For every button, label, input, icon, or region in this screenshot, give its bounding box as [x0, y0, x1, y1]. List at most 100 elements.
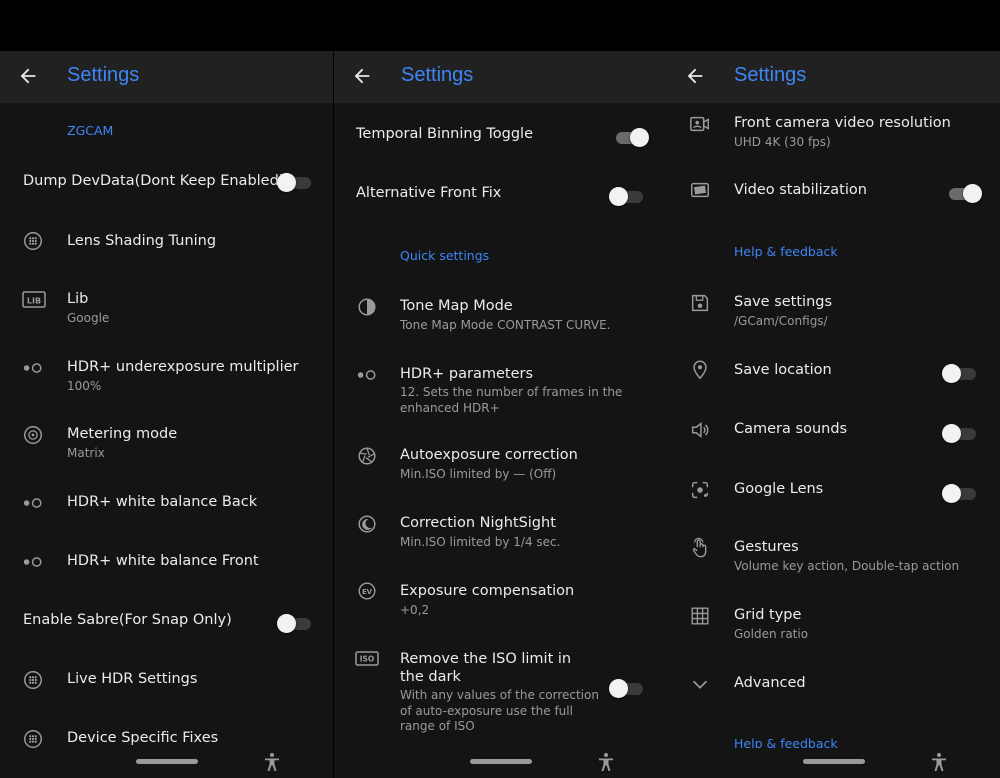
setting-title: Video stabilization — [734, 182, 867, 198]
home-gesture-pill[interactable] — [136, 759, 198, 764]
setting-exposure-compensation[interactable]: EV Exposure compensation +0,2 — [334, 577, 667, 627]
setting-gestures[interactable]: Gestures Volume key action, Double-tap a… — [667, 533, 1000, 583]
setting-save-settings[interactable]: Save settings /GCam/Configs/ — [667, 288, 1000, 338]
accessibility-icon[interactable] — [597, 752, 615, 772]
setting-hdr-underexposure[interactable]: HDR+ underexposure multiplier 100% — [0, 351, 333, 401]
contrast-icon — [358, 298, 376, 316]
save-icon — [691, 294, 709, 312]
setting-title: Front camera video resolution — [734, 115, 951, 131]
page-title: Settings — [734, 64, 807, 86]
dual-dot-icon — [357, 370, 376, 380]
google-lens-icon — [691, 481, 709, 499]
setting-title: Temporal Binning Toggle — [356, 126, 534, 142]
setting-enable-sabre[interactable]: Enable Sabre(For Snap Only) — [0, 604, 333, 644]
setting-google-lens[interactable]: Google Lens — [667, 475, 1000, 515]
setting-title: Alternative Front Fix — [356, 185, 502, 201]
setting-lens-shading[interactable]: Lens Shading Tuning — [0, 223, 333, 263]
setting-title: Device Specific Fixes — [67, 730, 219, 746]
dual-dot-icon — [23, 363, 42, 373]
setting-front-video-resolution[interactable]: Front camera video resolution UHD 4K (30… — [667, 109, 1000, 159]
setting-summary: Golden ratio — [734, 627, 809, 641]
moon-icon — [358, 515, 376, 533]
chevron-down-icon — [692, 680, 708, 689]
setting-correction-nightsight[interactable]: Correction NightSight Min.ISO limited by… — [334, 509, 667, 559]
page-title: Settings — [401, 64, 474, 86]
iso-badge-icon: ISO — [355, 651, 379, 666]
category-header-quick-settings: Quick settings — [400, 248, 490, 263]
setting-title: Autoexposure correction — [400, 447, 578, 463]
stabilization-icon — [691, 182, 709, 198]
alternative-front-fix-switch[interactable] — [609, 187, 643, 206]
ev-badge-text: EV — [362, 588, 373, 596]
grid-dots-icon — [24, 232, 42, 250]
setting-live-hdr[interactable]: Live HDR Settings — [0, 663, 333, 703]
setting-title: Google Lens — [734, 481, 824, 497]
dump-devdata-switch[interactable] — [277, 173, 311, 192]
page-title: Settings — [67, 64, 140, 86]
setting-advanced[interactable]: Advanced — [667, 669, 1000, 703]
system-nav-bar — [334, 748, 667, 778]
setting-tone-map-mode[interactable]: Tone Map Mode Tone Map Mode CONTRAST CUR… — [334, 291, 667, 341]
setting-title: Correction NightSight — [400, 515, 556, 531]
home-gesture-pill[interactable] — [470, 759, 532, 764]
setting-metering-mode[interactable]: Metering mode Matrix — [0, 418, 333, 468]
ev-badge-icon: EV — [358, 582, 376, 600]
setting-title: Camera sounds — [734, 421, 848, 437]
setting-dump-devdata[interactable]: Dump DevData(Dont Keep Enabled) — [0, 163, 333, 203]
metering-icon — [24, 426, 42, 444]
temporal-binning-switch[interactable] — [616, 128, 649, 147]
dual-dot-icon — [23, 498, 42, 508]
setting-summary: Min.ISO limited by — (Off) — [400, 467, 557, 481]
setting-title: Lens Shading Tuning — [67, 233, 217, 249]
setting-title: Enable Sabre(For Snap Only) — [23, 612, 232, 628]
setting-title: Advanced — [734, 675, 806, 691]
category-header-zgcam: ZGCAM — [67, 123, 114, 138]
remove-iso-limit-switch[interactable] — [609, 679, 643, 698]
setting-summary: UHD 4K (30 fps) — [734, 135, 831, 149]
setting-title: Exposure compensation — [400, 583, 575, 599]
setting-title: Live HDR Settings — [67, 671, 198, 687]
back-arrow-icon[interactable] — [684, 65, 706, 87]
setting-summary: Volume key action, Double-tap action — [734, 559, 960, 573]
app-bar: Settings — [334, 51, 667, 103]
setting-summary: +0,2 — [400, 603, 430, 617]
setting-temporal-binning[interactable]: Temporal Binning Toggle — [334, 117, 667, 157]
setting-title: Save location — [734, 362, 832, 378]
setting-summary: With any values of the correction of aut… — [400, 688, 599, 733]
accessibility-icon[interactable] — [263, 752, 281, 772]
setting-hdr-wb-back[interactable]: HDR+ white balance Back — [0, 486, 333, 526]
video-camera-icon — [690, 116, 709, 132]
setting-alternative-front-fix[interactable]: Alternative Front Fix — [334, 177, 667, 217]
setting-lib[interactable]: LIB Lib Google — [0, 283, 333, 333]
location-pin-icon — [693, 360, 707, 380]
accessibility-icon[interactable] — [930, 752, 948, 772]
grid-icon — [691, 607, 709, 625]
setting-title: Tone Map Mode — [400, 298, 513, 314]
google-lens-switch[interactable] — [942, 484, 976, 503]
setting-save-location[interactable]: Save location — [667, 355, 1000, 395]
back-arrow-icon[interactable] — [351, 65, 373, 87]
setting-camera-sounds[interactable]: Camera sounds — [667, 415, 1000, 455]
setting-grid-type[interactable]: Grid type Golden ratio — [667, 601, 1000, 651]
setting-remove-iso-limit[interactable]: ISO Remove the ISO limit in the dark Wit… — [334, 645, 667, 740]
setting-title: Save settings — [734, 294, 833, 310]
app-bar: Settings — [0, 51, 333, 103]
setting-autoexposure-correction[interactable]: Autoexposure correction Min.ISO limited … — [334, 441, 667, 491]
dual-dot-icon — [23, 557, 42, 567]
setting-video-stabilization[interactable]: Video stabilization — [667, 173, 1000, 213]
setting-title: Dump DevData(Dont Keep Enabled) — [23, 173, 285, 189]
save-location-switch[interactable] — [942, 364, 976, 383]
setting-hdr-parameters[interactable]: HDR+ parameters 12. Sets the number of f… — [334, 359, 667, 419]
camera-sounds-switch[interactable] — [942, 424, 976, 443]
back-arrow-icon[interactable] — [17, 65, 39, 87]
aperture-icon — [358, 447, 376, 465]
setting-summary: 12. Sets the number of frames in the enh… — [400, 385, 623, 415]
setting-summary: Google — [67, 311, 110, 325]
setting-hdr-wb-front[interactable]: HDR+ white balance Front — [0, 545, 333, 585]
home-gesture-pill[interactable] — [803, 759, 865, 764]
setting-title: Lib — [67, 291, 89, 307]
enable-sabre-switch[interactable] — [277, 614, 311, 633]
setting-title: Gestures — [734, 539, 799, 555]
app-bar: Settings — [667, 51, 1000, 103]
video-stabilization-switch[interactable] — [949, 184, 982, 203]
